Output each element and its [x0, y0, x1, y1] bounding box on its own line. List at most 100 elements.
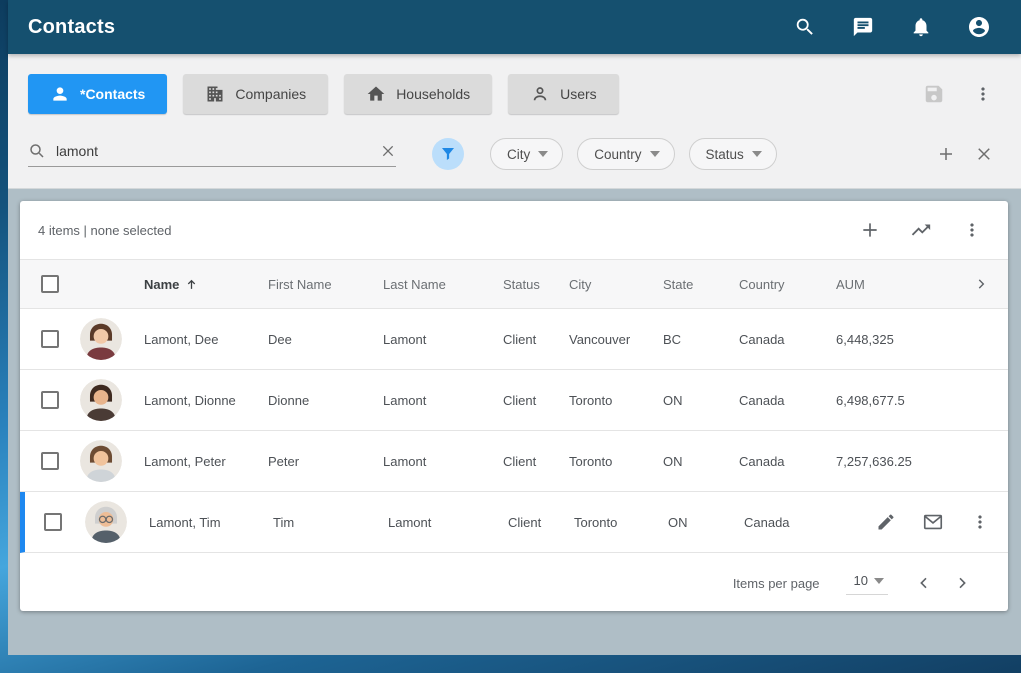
next-page-icon[interactable]	[954, 575, 970, 591]
search-input[interactable]	[56, 143, 380, 159]
cell-city: Toronto	[569, 454, 663, 469]
row-checkbox[interactable]	[44, 513, 62, 531]
edit-pencil-icon[interactable]	[876, 512, 896, 532]
tab-companies-label: Companies	[235, 86, 306, 102]
sort-ascending-icon	[185, 278, 198, 291]
close-filters-icon[interactable]	[975, 145, 993, 163]
add-contact-icon[interactable]	[860, 220, 880, 240]
table-row[interactable]: Lamont, Dionne Dionne Lamont Client Toro…	[20, 370, 1008, 431]
add-filter-icon[interactable]	[937, 145, 955, 163]
cell-status: Client	[503, 454, 569, 469]
table-row[interactable]: Lamont, Tim Tim Lamont Client Toronto ON…	[20, 492, 1008, 553]
tab-users[interactable]: Users	[508, 74, 619, 114]
chip-country-label: Country	[594, 147, 641, 162]
avatar	[80, 440, 144, 482]
content-area: 4 items | none selected N	[8, 189, 1021, 655]
bell-icon[interactable]	[909, 15, 933, 39]
table-row[interactable]: Lamont, Dee Dee Lamont Client Vancouver …	[20, 309, 1008, 370]
tab-households-label: Households	[396, 86, 470, 102]
chevron-down-icon	[752, 151, 762, 157]
chevron-down-icon	[538, 151, 548, 157]
row-checkbox[interactable]	[41, 330, 59, 348]
table-toolbar-actions	[860, 219, 982, 241]
cell-first-name: Dionne	[268, 393, 383, 408]
scroll-columns-right-icon[interactable]	[974, 277, 988, 291]
filter-funnel-icon	[439, 145, 457, 163]
table-row[interactable]: Lamont, Peter Peter Lamont Client Toront…	[20, 431, 1008, 492]
email-envelope-icon[interactable]	[922, 511, 944, 533]
more-options-icon[interactable]	[973, 84, 993, 104]
column-city[interactable]: City	[569, 277, 663, 292]
clear-search-icon[interactable]	[380, 143, 396, 159]
select-all-checkbox[interactable]	[41, 275, 59, 293]
pagination: Items per page 10	[20, 555, 1008, 611]
cell-city: Toronto	[569, 393, 663, 408]
search-small-icon	[28, 142, 46, 160]
chip-status[interactable]: Status	[689, 138, 777, 170]
cell-state: BC	[663, 332, 739, 347]
avatar	[80, 379, 144, 421]
table-more-icon[interactable]	[962, 220, 982, 240]
cell-first-name: Peter	[268, 454, 383, 469]
cell-status: Client	[503, 332, 569, 347]
column-first-name[interactable]: First Name	[268, 277, 383, 292]
search-icon[interactable]	[793, 15, 817, 39]
chat-icon[interactable]	[851, 15, 875, 39]
column-status[interactable]: Status	[503, 277, 569, 292]
company-icon	[205, 84, 225, 104]
cell-status: Client	[508, 515, 574, 530]
filter-panel: *Contacts Companies Households Users	[8, 54, 1021, 189]
app-bar-actions	[793, 15, 1003, 39]
cell-country: Canada	[739, 332, 836, 347]
cell-name: Lamont, Dee	[144, 332, 268, 347]
tab-companies[interactable]: Companies	[183, 74, 328, 114]
column-last-name[interactable]: Last Name	[383, 277, 503, 292]
table-toolbar: 4 items | none selected	[20, 201, 1008, 259]
cell-last-name: Lamont	[383, 454, 503, 469]
tab-contacts[interactable]: *Contacts	[28, 74, 167, 114]
column-name[interactable]: Name	[144, 277, 268, 292]
cell-name: Lamont, Dionne	[144, 393, 268, 408]
cell-last-name: Lamont	[388, 515, 508, 530]
row-more-icon[interactable]	[970, 512, 990, 532]
chip-country[interactable]: Country	[577, 138, 674, 170]
chip-city[interactable]: City	[490, 138, 563, 170]
column-state[interactable]: State	[663, 277, 739, 292]
table-header-row: Name First Name Last Name Status City St…	[20, 259, 1008, 309]
row-checkbox[interactable]	[41, 391, 59, 409]
search-row: City Country Status	[28, 138, 1001, 170]
person-icon	[50, 84, 70, 104]
cell-country: Canada	[744, 515, 841, 530]
tab-users-label: Users	[560, 86, 597, 102]
trending-chart-icon[interactable]	[910, 219, 932, 241]
cell-country: Canada	[739, 454, 836, 469]
cell-name: Lamont, Tim	[149, 515, 273, 530]
column-aum[interactable]: AUM	[836, 277, 954, 292]
avatar	[85, 501, 149, 543]
cell-last-name: Lamont	[383, 393, 503, 408]
previous-page-icon[interactable]	[916, 575, 932, 591]
app-bar: Contacts	[8, 0, 1021, 54]
pager-controls	[916, 575, 970, 591]
contacts-table-card: 4 items | none selected N	[20, 201, 1008, 611]
cell-aum: 7,257,636.25	[836, 454, 954, 469]
cell-city: Toronto	[574, 515, 668, 530]
cell-first-name: Tim	[273, 515, 388, 530]
filter-button[interactable]	[432, 138, 464, 170]
page-size-select[interactable]: 10	[846, 571, 888, 595]
save-view-icon[interactable]	[923, 83, 945, 105]
cell-status: Client	[503, 393, 569, 408]
cell-aum: 6,498,677.5	[836, 393, 954, 408]
chip-city-label: City	[507, 147, 530, 162]
chevron-down-icon	[650, 151, 660, 157]
column-country[interactable]: Country	[739, 277, 836, 292]
cell-aum: 6,448,325	[836, 332, 954, 347]
avatar	[80, 318, 144, 360]
row-checkbox[interactable]	[41, 452, 59, 470]
account-circle-icon[interactable]	[967, 15, 991, 39]
cell-state: ON	[663, 393, 739, 408]
chip-status-label: Status	[706, 147, 744, 162]
tab-contacts-label: *Contacts	[80, 86, 145, 102]
app-window: Contacts *Contacts	[8, 0, 1021, 655]
tab-households[interactable]: Households	[344, 74, 492, 114]
